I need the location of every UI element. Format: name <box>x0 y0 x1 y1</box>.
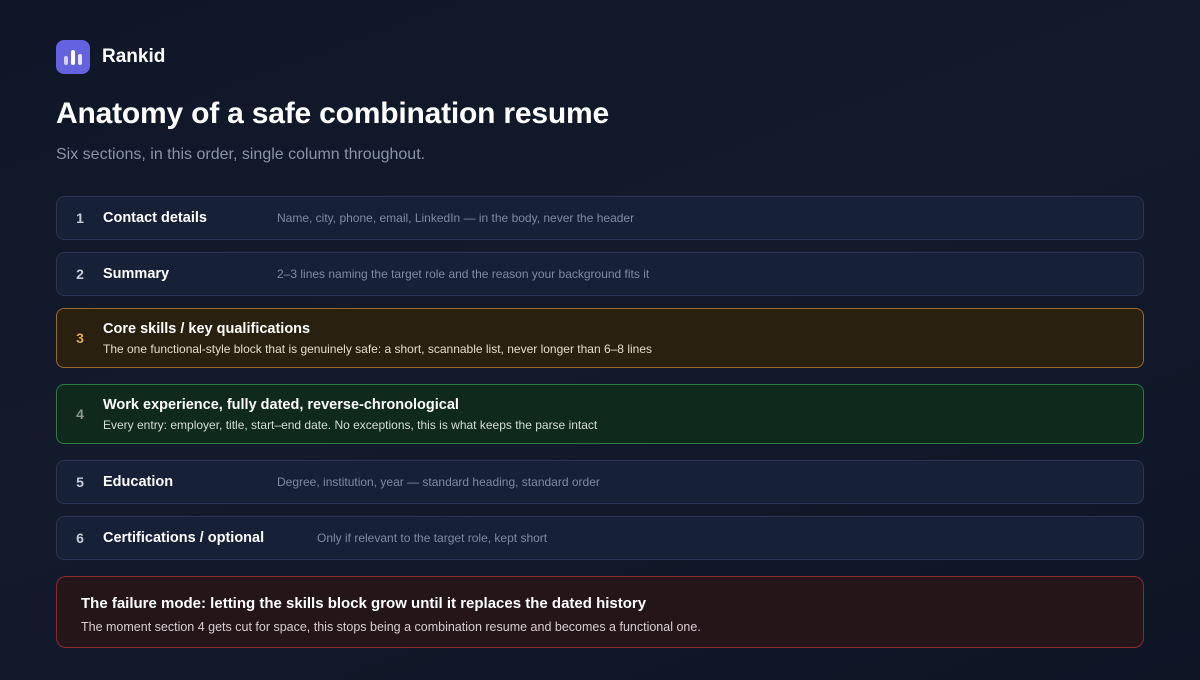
section-description: Degree, institution, year — standard hea… <box>277 475 600 489</box>
page-subtitle: Six sections, in this order, single colu… <box>56 146 426 163</box>
section-label: Education <box>103 474 174 490</box>
brand-name: Rankid <box>102 46 166 67</box>
page-title: Anatomy of a safe combination resume <box>56 97 609 130</box>
section-number: 5 <box>76 474 84 490</box>
section-number: 1 <box>76 210 84 226</box>
failure-mode-callout: The failure mode: letting the skills blo… <box>56 576 1144 648</box>
section-description: Name, city, phone, email, LinkedIn — in … <box>277 211 635 225</box>
section-row-contact: 1 Contact details Name, city, phone, ema… <box>56 196 1144 240</box>
section-number: 4 <box>76 406 84 422</box>
section-number: 2 <box>76 266 84 282</box>
section-number: 6 <box>76 530 84 546</box>
section-row-education: 5 Education Degree, institution, year — … <box>56 460 1144 504</box>
section-label: Contact details <box>103 210 207 226</box>
section-row-summary: 2 Summary 2–3 lines naming the target ro… <box>56 252 1144 296</box>
callout-description: The moment section 4 gets cut for space,… <box>81 620 701 634</box>
section-row-work-experience: 4 Work experience, fully dated, reverse-… <box>56 384 1144 444</box>
section-label: Certifications / optional <box>103 530 265 546</box>
section-number: 3 <box>76 330 84 346</box>
section-description: Only if relevant to the target role, kep… <box>317 531 548 545</box>
section-label: Summary <box>103 266 170 282</box>
section-label: Core skills / key qualifications <box>103 320 311 337</box>
section-row-core-skills: 3 Core skills / key qualifications The o… <box>56 308 1144 368</box>
section-description: Every entry: employer, title, start–end … <box>103 417 598 432</box>
section-label: Work experience, fully dated, reverse-ch… <box>103 396 459 413</box>
section-row-certifications: 6 Certifications / optional Only if rele… <box>56 516 1144 560</box>
section-description: The one functional-style block that is g… <box>103 341 652 356</box>
callout-title: The failure mode: letting the skills blo… <box>81 595 647 612</box>
bar-chart-icon <box>56 40 90 74</box>
brand: Rankid <box>56 40 165 74</box>
section-description: 2–3 lines naming the target role and the… <box>277 267 650 281</box>
